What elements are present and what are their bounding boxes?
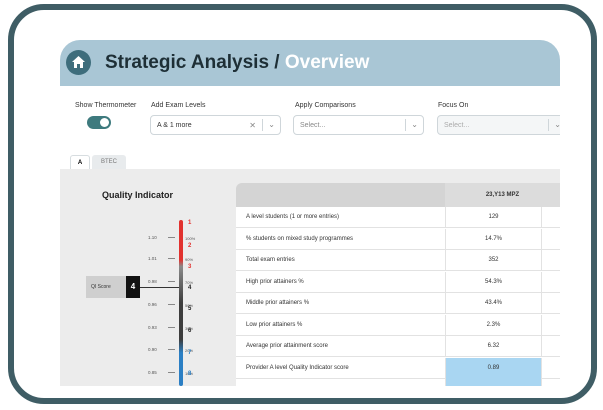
grade-label: 8 — [188, 371, 192, 377]
chevron-down-icon[interactable]: ⌄ — [268, 120, 275, 129]
tab-a[interactable]: A — [70, 155, 90, 169]
thermometer-bar — [179, 220, 183, 386]
row-label: High prior attainers % — [246, 278, 304, 285]
focus-placeholder: Select... — [444, 122, 470, 129]
page-header: Strategic Analysis / Overview — [60, 40, 560, 86]
qi-score-pointer — [140, 287, 179, 288]
tick-value: 0.93 — [148, 325, 157, 330]
table-row: % students on mixed study programmes 14.7… — [236, 228, 560, 250]
select-divider — [548, 119, 549, 131]
tick-mark — [168, 258, 175, 259]
grade-label: 5 — [188, 306, 192, 312]
row-value: 6.32 — [445, 336, 542, 357]
tick-value: 1.01 — [148, 256, 157, 261]
table-row: Provider A level Quality Indicator score… — [236, 357, 560, 379]
row-label: Middle prior attainers % — [246, 300, 310, 306]
app-screen: Strategic Analysis / Overview Show Therm… — [60, 40, 560, 386]
exam-levels-select[interactable]: A & 1 more ✕ ⌄ — [150, 115, 281, 135]
row-value: 54.3% — [445, 271, 542, 293]
tick-value: 0.85 — [148, 370, 157, 375]
tick-mark — [168, 281, 175, 282]
row-value: 14.7% — [445, 228, 542, 250]
tick-value: 0.96 — [148, 302, 157, 307]
table-row: Provider A level Quality Indicator grade… — [236, 379, 560, 386]
table-header: 23,Y13 MPZ — [236, 183, 560, 207]
quality-indicator-title: Quality Indicator — [102, 190, 174, 200]
table-header-blank — [236, 183, 445, 207]
column-header[interactable]: 23,Y13 MPZ — [445, 183, 560, 207]
grade-label: 1 — [188, 220, 192, 226]
tick-percent: 70% — [185, 279, 194, 285]
page-title: Strategic Analysis / Overview — [105, 52, 369, 74]
focus-label: Focus On — [438, 102, 469, 109]
row-label: Total exam entries — [246, 257, 295, 263]
tick-value: 0.98 — [148, 279, 157, 284]
row-label: A level students (1 or more entries) — [246, 214, 340, 220]
tick-mark — [168, 349, 175, 350]
focus-select[interactable]: Select... ⌄ — [437, 115, 560, 135]
comparisons-label: Apply Comparisons — [295, 102, 356, 109]
tick-mark — [168, 304, 175, 305]
row-value: 43.4% — [445, 293, 542, 314]
grade-label: 2 — [188, 243, 192, 249]
chevron-down-icon[interactable]: ⌄ — [411, 120, 418, 129]
row-value: 2.3% — [445, 314, 542, 336]
comparisons-select[interactable]: Select... ⌄ — [293, 115, 424, 135]
stats-table: 23,Y13 MPZ A level students (1 or more e… — [236, 183, 560, 386]
grade-label: 6 — [188, 328, 192, 334]
title-overview[interactable]: Overview — [285, 52, 370, 73]
thermometer-label: Show Thermometer — [75, 102, 137, 109]
row-label: Provider A level Quality Indicator score — [246, 364, 349, 371]
table-row: Low prior attainers % 2.3% — [236, 314, 560, 336]
row-label: Average prior attainment score — [246, 343, 328, 349]
qi-score-value: 4 — [126, 276, 140, 298]
tick-percent: 100% — [185, 235, 196, 241]
row-label: Low prior attainers % — [246, 321, 303, 328]
row-label: % students on mixed study programmes — [246, 235, 354, 242]
home-icon[interactable] — [66, 50, 91, 75]
tick-value: 1.10 — [148, 235, 157, 240]
home-glyph — [72, 56, 85, 68]
tick-mark — [168, 372, 175, 373]
table-row: High prior attainers % 54.3% — [236, 271, 560, 293]
toggle-knob — [100, 118, 109, 127]
comparisons-placeholder: Select... — [300, 122, 326, 129]
clear-icon[interactable]: ✕ — [249, 121, 256, 130]
device-frame: Strategic Analysis / Overview Show Therm… — [8, 4, 597, 404]
chevron-down-icon[interactable]: ⌄ — [554, 120, 560, 129]
table-row: Average prior attainment score 6.32 — [236, 336, 560, 357]
title-main: Strategic Analysis / — [105, 52, 280, 73]
tick-mark — [168, 327, 175, 328]
exam-levels-value: A & 1 more — [157, 122, 192, 129]
table-row: A level students (1 or more entries) 129 — [236, 207, 560, 228]
grade-label: 7 — [188, 350, 192, 356]
tick-mark — [168, 237, 175, 238]
tab-btec[interactable]: BTEC — [92, 155, 126, 169]
grade-label: 3 — [188, 264, 192, 270]
grade-label: 4 — [188, 285, 192, 291]
row-value: 0.89 — [445, 357, 542, 379]
qi-score-label: QI Score — [86, 276, 130, 298]
exam-levels-label: Add Exam Levels — [151, 102, 206, 109]
row-value: 129 — [445, 207, 542, 228]
row-value: 7 — [445, 379, 542, 386]
table-row: Middle prior attainers % 43.4% — [236, 293, 560, 314]
table-row: Total exam entries 352 — [236, 250, 560, 271]
tick-value: 0.90 — [148, 347, 157, 352]
tick-percent: 90% — [185, 256, 194, 262]
row-value: 352 — [445, 250, 542, 271]
thermometer-toggle[interactable] — [87, 116, 111, 129]
select-divider — [405, 119, 406, 131]
select-divider — [262, 119, 263, 131]
